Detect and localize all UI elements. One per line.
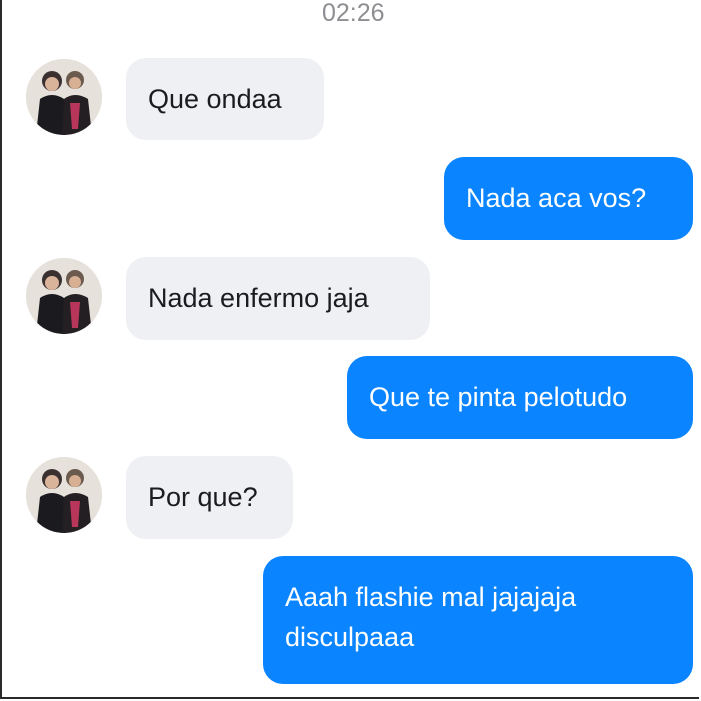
message-bubble-incoming[interactable]: Nada enfermo jaja — [126, 257, 430, 340]
contact-photo-avatar-icon — [26, 59, 102, 135]
message-bubble-outgoing[interactable]: Nada aca vos? — [444, 157, 693, 240]
contact-photo-avatar-icon — [26, 258, 102, 334]
contact-photo-avatar-icon — [26, 457, 102, 533]
message-bubble-incoming[interactable]: Que ondaa — [126, 58, 324, 140]
message-bubble-outgoing[interactable]: Que te pinta pelotudo — [347, 356, 693, 439]
contact-avatar[interactable] — [26, 457, 102, 533]
message-bubble-outgoing[interactable]: Aaah flashie mal jajajaja disculpaaa — [263, 556, 693, 684]
message-timestamp: 02:26 — [322, 0, 385, 27]
contact-avatar[interactable] — [26, 59, 102, 135]
message-bubble-incoming[interactable]: Por que? — [126, 456, 293, 539]
contact-avatar[interactable] — [26, 258, 102, 334]
